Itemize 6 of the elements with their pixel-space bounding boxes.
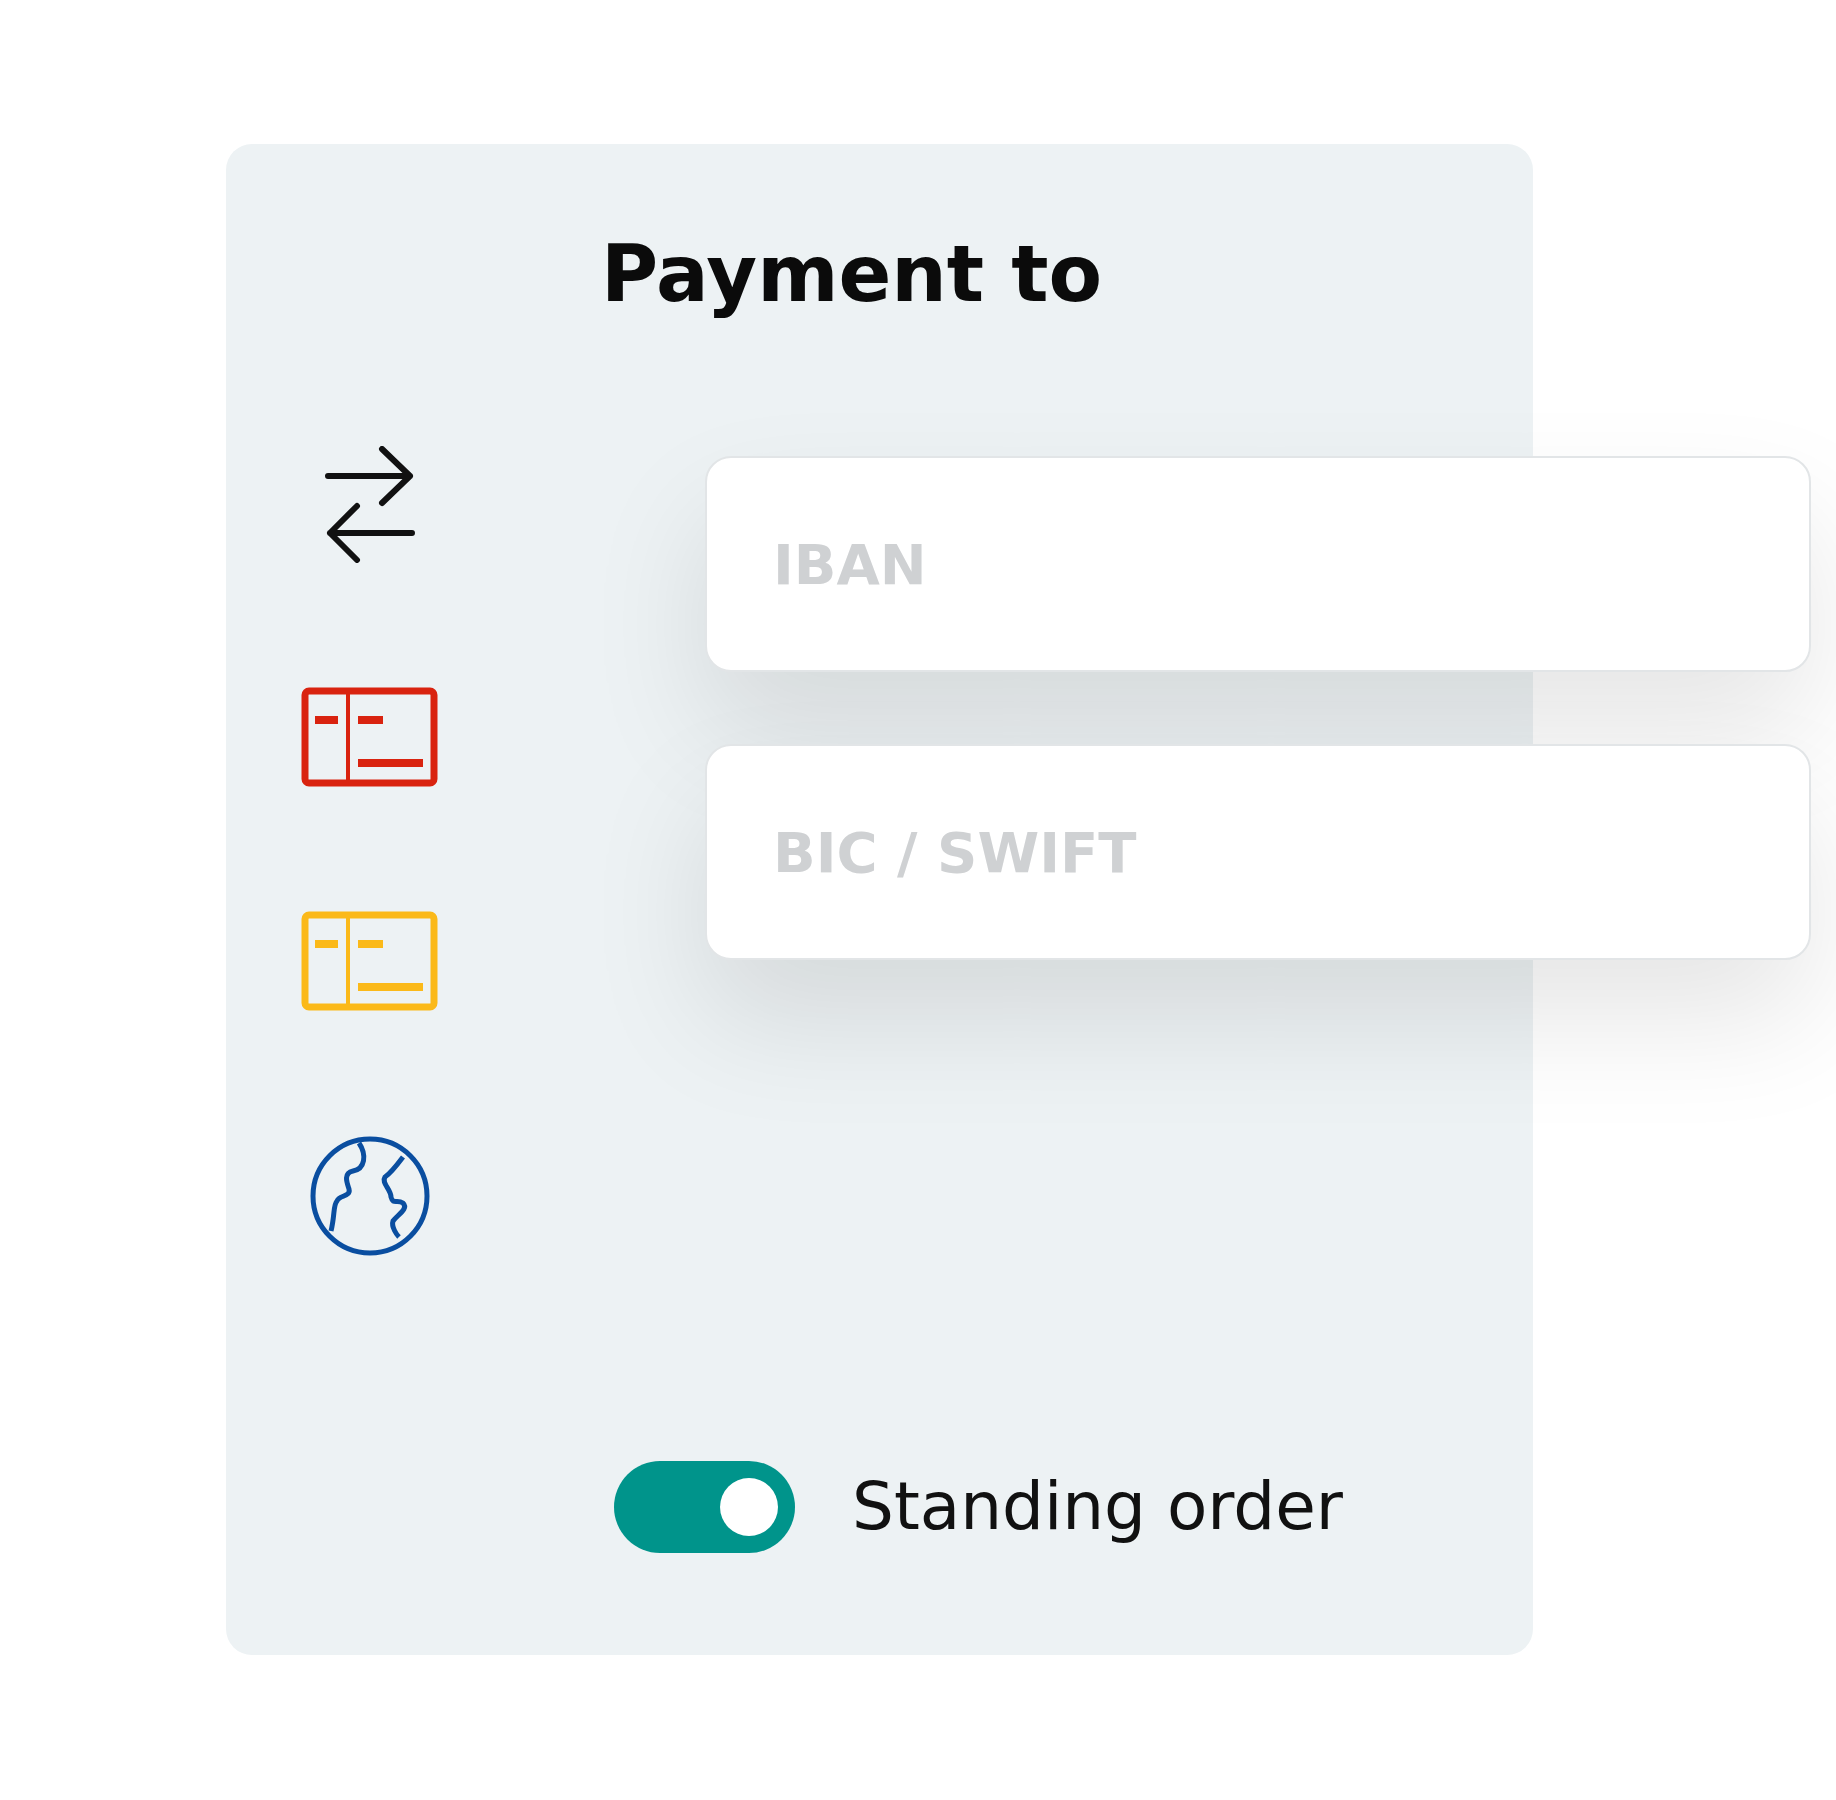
globe-icon: [308, 1135, 431, 1258]
toggle-label: Standing order: [852, 1467, 1343, 1548]
card-icon: [301, 911, 438, 1012]
title: Payment to: [601, 228, 1104, 321]
card-icon: [301, 687, 438, 788]
transfer-arrows-icon: [323, 446, 416, 564]
